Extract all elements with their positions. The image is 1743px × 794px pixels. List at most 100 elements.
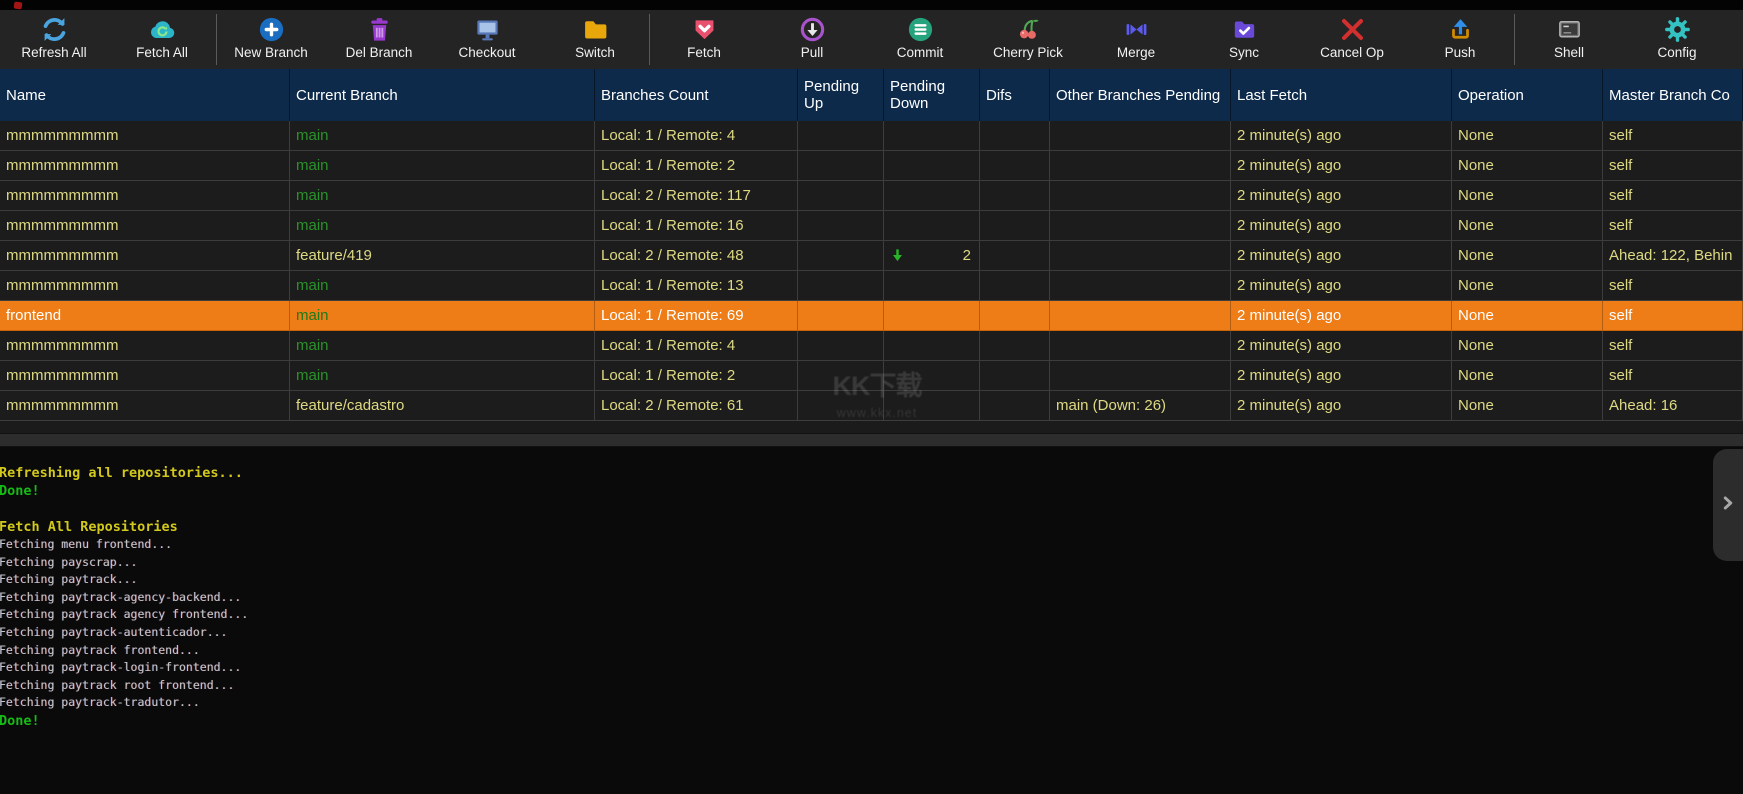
- cell-other-branches: [1050, 121, 1231, 151]
- column-header-branches-count[interactable]: Branches Count: [595, 69, 798, 121]
- cell-branches-count: Local: 2 / Remote: 117: [595, 181, 798, 211]
- toolbar-item-commit[interactable]: Commit: [866, 10, 974, 69]
- cell-last-fetch: 2 minute(s) ago: [1231, 181, 1452, 211]
- toolbar-item-cherry-pick[interactable]: Cherry Pick: [974, 10, 1082, 69]
- window-icon: [14, 1, 23, 9]
- cell-operation: None: [1452, 211, 1603, 241]
- toolbar-item-label: Shell: [1554, 45, 1584, 60]
- toolbar-item-merge[interactable]: Merge: [1082, 10, 1190, 69]
- cell-operation: None: [1452, 151, 1603, 181]
- toolbar-item-shell[interactable]: Shell: [1515, 10, 1623, 69]
- cell-last-fetch: 2 minute(s) ago: [1231, 391, 1452, 421]
- cell-master-branch: self: [1603, 211, 1743, 241]
- repo-row[interactable]: mmmmmmmmm main Local: 1 / Remote: 2 2 mi…: [0, 151, 1743, 181]
- cell-branches-count: Local: 1 / Remote: 2: [595, 151, 798, 181]
- column-header-other-branches-pending[interactable]: Other Branches Pending: [1050, 69, 1231, 121]
- repo-row[interactable]: mmmmmmmmm feature/419 Local: 2 / Remote:…: [0, 241, 1743, 271]
- column-header-pending-up[interactable]: Pending Up: [798, 69, 884, 121]
- toolbar-item-label: Commit: [897, 45, 944, 60]
- cell-name: mmmmmmmmm: [0, 361, 290, 391]
- cell-other-branches: [1050, 181, 1231, 211]
- cell-pending-down: [884, 331, 980, 361]
- side-panel-expand-button[interactable]: [1713, 449, 1743, 561]
- cell-master-branch: self: [1603, 361, 1743, 391]
- column-header-difs[interactable]: Difs: [980, 69, 1050, 121]
- cell-pending-up: [798, 391, 884, 421]
- cell-operation: None: [1452, 331, 1603, 361]
- repo-row-selected[interactable]: frontend main Local: 1 / Remote: 69 2 mi…: [0, 301, 1743, 331]
- cell-name: mmmmmmmmm: [0, 121, 290, 151]
- cell-current-branch: main: [290, 211, 595, 241]
- column-header-name[interactable]: Name: [0, 69, 290, 121]
- repo-row[interactable]: mmmmmmmmm main Local: 1 / Remote: 16 2 m…: [0, 211, 1743, 241]
- console-line: Fetching paytrack-login-frontend...: [0, 659, 1743, 677]
- cell-pending-down: [884, 121, 980, 151]
- column-header-master-branch[interactable]: Master Branch Co: [1603, 69, 1743, 121]
- toolbar-item-config[interactable]: Config: [1623, 10, 1731, 69]
- new-branch-icon: [257, 15, 286, 44]
- table-header: Name Current Branch Branches Count Pendi…: [0, 69, 1743, 121]
- cell-pending-up: [798, 361, 884, 391]
- cell-master-branch: self: [1603, 271, 1743, 301]
- cell-branches-count: Local: 1 / Remote: 4: [595, 331, 798, 361]
- console-line: Done!: [0, 712, 1743, 730]
- console-line: Fetching paytrack...: [0, 571, 1743, 589]
- toolbar-item-label: Fetch All: [136, 45, 188, 60]
- cell-other-branches: [1050, 361, 1231, 391]
- cell-last-fetch: 2 minute(s) ago: [1231, 121, 1452, 151]
- config-icon: [1663, 15, 1692, 44]
- toolbar-item-del-branch[interactable]: Del Branch: [325, 10, 433, 69]
- del-branch-icon: [365, 15, 394, 44]
- cell-pending-down: [884, 211, 980, 241]
- console-line: Fetching paytrack-autenticador...: [0, 624, 1743, 642]
- column-header-pending-down[interactable]: Pending Down: [884, 69, 980, 121]
- toolbar-item-label: Cancel Op: [1320, 45, 1384, 60]
- console-line: Fetching paytrack-agency-backend...: [0, 589, 1743, 607]
- cell-last-fetch: 2 minute(s) ago: [1231, 361, 1452, 391]
- console-line: Refreshing all repositories...: [0, 464, 1743, 482]
- column-header-operation[interactable]: Operation: [1452, 69, 1603, 121]
- toolbar-item-sync[interactable]: Sync: [1190, 10, 1298, 69]
- cell-pending-down: [884, 181, 980, 211]
- cell-operation: None: [1452, 391, 1603, 421]
- repo-row[interactable]: mmmmmmmmm main Local: 2 / Remote: 117 2 …: [0, 181, 1743, 211]
- title-bar: [0, 0, 1743, 10]
- repo-row[interactable]: mmmmmmmmm main Local: 1 / Remote: 2 2 mi…: [0, 361, 1743, 391]
- console-line: Done!: [0, 482, 1743, 500]
- checkout-icon: [473, 15, 502, 44]
- repo-row[interactable]: mmmmmmmmm main Local: 1 / Remote: 13 2 m…: [0, 271, 1743, 301]
- cell-branches-count: Local: 1 / Remote: 13: [595, 271, 798, 301]
- toolbar-item-cancel-op[interactable]: Cancel Op: [1298, 10, 1406, 69]
- push-icon: [1446, 15, 1475, 44]
- toolbar-item-fetch-all[interactable]: Fetch All: [108, 10, 216, 69]
- cherry-pick-icon: [1014, 15, 1043, 44]
- toolbar-item-pull[interactable]: Pull: [758, 10, 866, 69]
- cell-other-branches: [1050, 241, 1231, 271]
- toolbar-item-checkout[interactable]: Checkout: [433, 10, 541, 69]
- cell-pending-down: [884, 271, 980, 301]
- cancel-op-icon: [1338, 15, 1367, 44]
- shell-icon: [1555, 15, 1584, 44]
- toolbar: Refresh All Fetch All New Branch Del Bra…: [0, 10, 1743, 69]
- repo-row[interactable]: mmmmmmmmm feature/cadastro Local: 2 / Re…: [0, 391, 1743, 421]
- toolbar-item-refresh-all[interactable]: Refresh All: [0, 10, 108, 69]
- cell-current-branch: main: [290, 121, 595, 151]
- repo-row[interactable]: mmmmmmmmm main Local: 1 / Remote: 4 2 mi…: [0, 331, 1743, 361]
- toolbar-item-switch[interactable]: Switch: [541, 10, 649, 69]
- repo-row[interactable]: mmmmmmmmm main Local: 1 / Remote: 4 2 mi…: [0, 121, 1743, 151]
- column-header-current-branch[interactable]: Current Branch: [290, 69, 595, 121]
- splitter-bar[interactable]: [0, 433, 1743, 447]
- cell-master-branch: self: [1603, 301, 1743, 331]
- cell-pending-down: [884, 361, 980, 391]
- cell-difs: [980, 211, 1050, 241]
- cell-operation: None: [1452, 301, 1603, 331]
- toolbar-item-push[interactable]: Push: [1406, 10, 1514, 69]
- column-header-last-fetch[interactable]: Last Fetch: [1231, 69, 1452, 121]
- toolbar-item-new-branch[interactable]: New Branch: [217, 10, 325, 69]
- cell-operation: None: [1452, 361, 1603, 391]
- cell-master-branch: self: [1603, 181, 1743, 211]
- toolbar-item-fetch[interactable]: Fetch: [650, 10, 758, 69]
- toolbar-item-label: Sync: [1229, 45, 1259, 60]
- cell-master-branch: self: [1603, 331, 1743, 361]
- cell-difs: [980, 121, 1050, 151]
